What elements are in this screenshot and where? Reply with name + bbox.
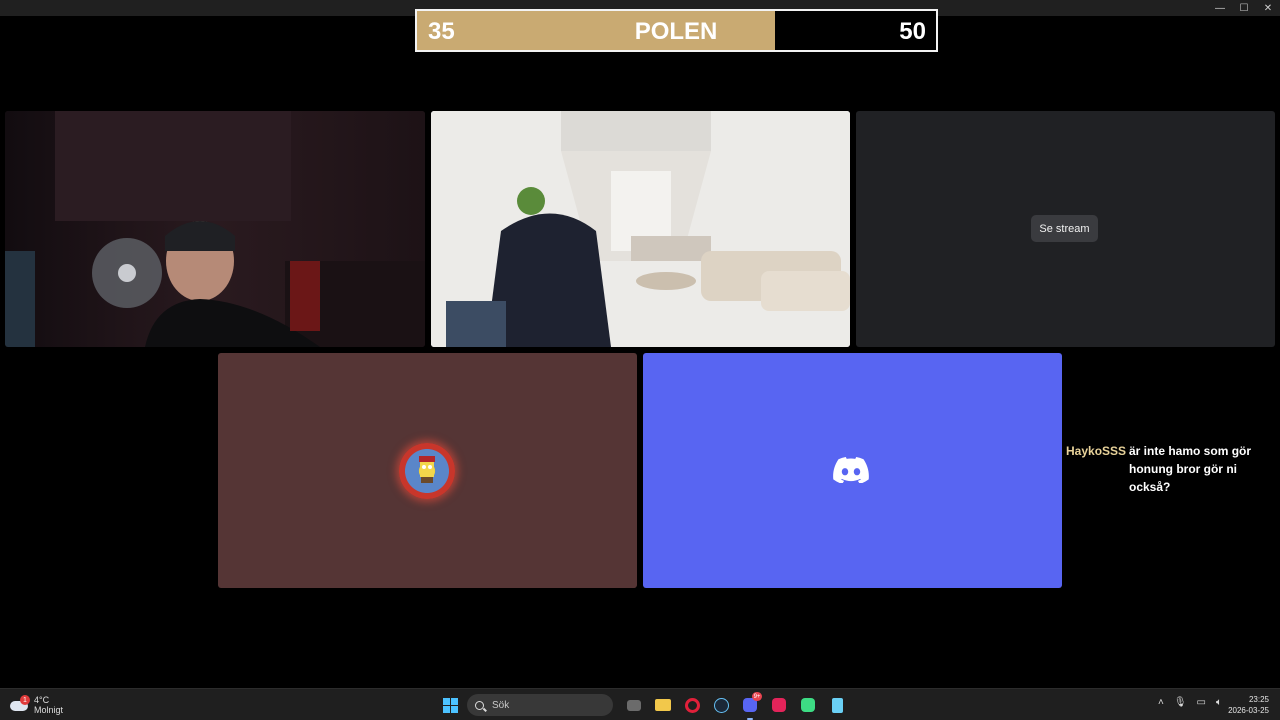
window-controls: — ☐ ✕ (1208, 0, 1280, 16)
stream-tile: Se stream (856, 111, 1275, 347)
microphone-icon[interactable]: 🎙︎ (1174, 697, 1187, 708)
maximize-button[interactable]: ☐ (1232, 0, 1256, 16)
android-icon[interactable] (796, 693, 820, 717)
spongebob-avatar-icon (419, 456, 435, 483)
webcam-tile-room[interactable] (431, 111, 850, 347)
right-score: 50 (899, 18, 926, 45)
steam-icon[interactable] (709, 693, 733, 717)
participant-tile-avatar[interactable] (218, 353, 637, 588)
avatar (399, 443, 455, 499)
weather-text: 4°C Molnigt (34, 695, 63, 715)
see-stream-button[interactable]: Se stream (1031, 215, 1098, 242)
clock-date: 2026-03-25 (1228, 706, 1269, 715)
webcam-video-streamer (5, 111, 425, 347)
scoreboard: 35 POLEN 50 (415, 9, 938, 52)
search-placeholder: Sök (492, 699, 510, 711)
volume-icon[interactable]: 🔈︎ (1216, 697, 1222, 708)
search-icon (475, 700, 484, 710)
taskbar-clock[interactable]: 23:25 2026-03-25 (1228, 694, 1269, 716)
chat-text: är inte hamo som gör honung bror gör ni … (1129, 444, 1252, 494)
opera-icon[interactable] (680, 693, 704, 717)
system-tray: ˄ 🎙︎ ▭ 🔈︎ (1158, 697, 1222, 708)
notepad-icon[interactable] (825, 693, 849, 717)
weather-widget[interactable]: 1 4°C Molnigt (10, 693, 63, 717)
discord-icon[interactable]: 9+ (738, 692, 762, 720)
cloud-icon: 1 (10, 695, 30, 712)
discord-logo-icon (833, 457, 869, 483)
chevron-up-icon[interactable]: ˄ (1158, 697, 1164, 708)
discord-notification-badge: 9+ (752, 692, 762, 701)
webcam-video-room (431, 111, 850, 347)
clock-time: 23:25 (1248, 695, 1269, 704)
file-explorer-icon[interactable] (651, 693, 675, 717)
weather-desc: Molnigt (34, 705, 64, 715)
tiktok-icon[interactable] (767, 693, 791, 717)
windows-logo-icon (442, 697, 458, 713)
close-button[interactable]: ✕ (1256, 0, 1280, 16)
taskbar: 1 4°C Molnigt Sök 9+ ˄ 🎙︎ ▭ 🔈︎ 23:25 202… (0, 688, 1280, 720)
team-name: POLEN (634, 18, 718, 45)
task-view-icon[interactable] (622, 693, 646, 717)
score-bar-left: 35 POLEN (417, 11, 776, 50)
chat-username: HaykoSSS (1066, 444, 1127, 458)
network-icon[interactable]: ▭ (1197, 697, 1206, 708)
start-button[interactable] (438, 693, 462, 717)
participant-tile-discord[interactable] (643, 353, 1062, 588)
taskbar-search[interactable]: Sök (467, 694, 613, 716)
taskbar-apps: Sök 9+ (438, 692, 854, 720)
weather-temp: 4°C (34, 695, 50, 705)
score-bar-right: 50 (775, 11, 936, 50)
webcam-tile-streamer[interactable] (5, 111, 425, 347)
weather-badge: 1 (20, 695, 30, 705)
minimize-button[interactable]: — (1208, 0, 1232, 16)
